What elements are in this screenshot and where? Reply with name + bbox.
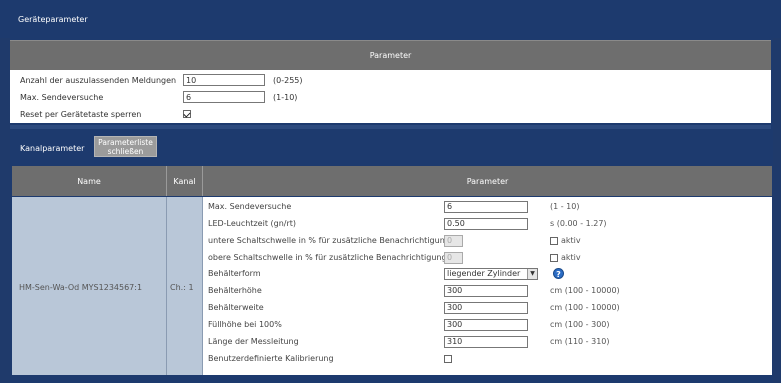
param-row-shape: Behälterform liegender Zylinder ▼ ? — [208, 267, 768, 280]
param-label: Reset per Gerätetaste sperren — [20, 109, 142, 119]
upper-threshold-checkbox[interactable] — [550, 253, 558, 262]
param-row-max-send: Max. Sendeversuche (1-10) — [20, 90, 297, 104]
param-row-upper-threshold: obere Schaltschwelle in % für zusätzlich… — [208, 251, 768, 264]
container-shape-value: liegender Zylinder — [447, 269, 521, 278]
custom-calibration-checkbox[interactable] — [444, 354, 452, 363]
device-params-header: Parameter — [10, 40, 771, 70]
checkbox-label: aktiv — [561, 253, 581, 262]
checkbox-label: aktiv — [561, 236, 581, 245]
lower-threshold-input[interactable] — [444, 234, 463, 247]
channel-max-send-input[interactable] — [444, 200, 528, 213]
param-row-reset-lock: Reset per Gerätetaste sperren — [20, 107, 191, 121]
channel-cell: Ch.: 1 — [167, 197, 203, 375]
column-header-kanal: Kanal — [167, 166, 203, 196]
reset-lock-checkbox[interactable] — [183, 110, 191, 118]
param-row-height: Behälterhöhe cm (100 - 10000) — [208, 284, 768, 297]
param-row-width: Behälterweite cm (100 - 10000) — [208, 301, 768, 314]
param-label: Max. Sendeversuche — [20, 92, 104, 102]
page-title: Geräteparameter — [18, 15, 88, 24]
channel-params-bar: Kanalparameter Parameterliste schließen — [10, 129, 771, 165]
column-header-name: Name — [12, 166, 167, 196]
column-header-parameter: Parameter — [203, 166, 772, 196]
close-param-list-label: Parameterliste schließen — [98, 138, 153, 156]
param-label: untere Schaltschwelle in % für zusätzlic… — [208, 236, 444, 245]
param-range: cm (100 - 10000) — [550, 286, 620, 295]
container-width-input[interactable] — [444, 301, 528, 314]
param-label: Behälterform — [208, 269, 261, 278]
param-range: cm (100 - 300) — [550, 320, 610, 329]
param-row-line-length: Länge der Messleitung cm (110 - 310) — [208, 335, 768, 348]
line-length-input[interactable] — [444, 335, 528, 348]
device-name: HM-Sen-Wa-Od MYS1234567:1 — [19, 283, 143, 292]
param-row-skip-messages: Anzahl der auszulassenden Meldungen (0-2… — [20, 73, 303, 87]
device-name-cell: HM-Sen-Wa-Od MYS1234567:1 — [12, 197, 167, 375]
upper-threshold-active: aktiv — [550, 253, 581, 262]
param-row-fill: Füllhöhe bei 100% cm (100 - 300) — [208, 318, 768, 331]
param-label: Behälterhöhe — [208, 286, 262, 295]
param-row-max-send: Max. Sendeversuche (1 - 10) — [208, 200, 768, 213]
channel-table-row: HM-Sen-Wa-Od MYS1234567:1 Ch.: 1 Max. Se… — [12, 197, 772, 375]
param-label: Behälterweite — [208, 303, 264, 312]
param-label: Anzahl der auszulassenden Meldungen — [20, 75, 177, 85]
upper-threshold-input[interactable] — [444, 251, 463, 264]
param-row-led: LED-Leuchtzeit (gn/rt) s (0.00 - 1.27) — [208, 217, 768, 230]
channel-number: Ch.: 1 — [170, 283, 194, 292]
page-header: Geräteparameter — [0, 0, 781, 38]
param-label: Benutzerdefinierte Kalibrierung — [208, 354, 334, 363]
param-range: s (0.00 - 1.27) — [550, 219, 607, 228]
fill-height-input[interactable] — [444, 318, 528, 331]
param-range: (1-10) — [273, 92, 298, 102]
chevron-down-icon: ▼ — [527, 268, 537, 279]
channel-params-cell: Max. Sendeversuche (1 - 10) LED-Leuchtze… — [203, 197, 772, 375]
param-range: cm (110 - 310) — [550, 337, 610, 346]
channel-table-header: Name Kanal Parameter — [12, 166, 772, 196]
param-label: Max. Sendeversuche — [208, 202, 292, 211]
skip-messages-input[interactable] — [183, 74, 265, 86]
max-send-attempts-input[interactable] — [183, 91, 265, 103]
param-label: obere Schaltschwelle in % für zusätzlich… — [208, 253, 444, 262]
led-time-input[interactable] — [444, 217, 528, 230]
param-label: Füllhöhe bei 100% — [208, 320, 282, 329]
param-range: (1 - 10) — [550, 202, 580, 211]
lower-threshold-checkbox[interactable] — [550, 236, 558, 245]
device-params-panel: Anzahl der auszulassenden Meldungen (0-2… — [10, 70, 771, 123]
param-range: (0-255) — [273, 75, 303, 85]
param-row-lower-threshold: untere Schaltschwelle in % für zusätzlic… — [208, 234, 768, 247]
param-label: Länge der Messleitung — [208, 337, 299, 346]
param-row-calibration: Benutzerdefinierte Kalibrierung — [208, 352, 768, 365]
container-shape-select[interactable]: liegender Zylinder ▼ — [444, 267, 538, 280]
help-icon[interactable]: ? — [553, 268, 564, 279]
device-params-heading: Parameter — [369, 51, 412, 60]
lower-threshold-active: aktiv — [550, 236, 581, 245]
container-height-input[interactable] — [444, 284, 528, 297]
close-param-list-button[interactable]: Parameterliste schließen — [94, 136, 157, 157]
param-range: cm (100 - 10000) — [550, 303, 620, 312]
param-label: LED-Leuchtzeit (gn/rt) — [208, 219, 297, 228]
channel-params-label: Kanalparameter — [20, 144, 85, 153]
